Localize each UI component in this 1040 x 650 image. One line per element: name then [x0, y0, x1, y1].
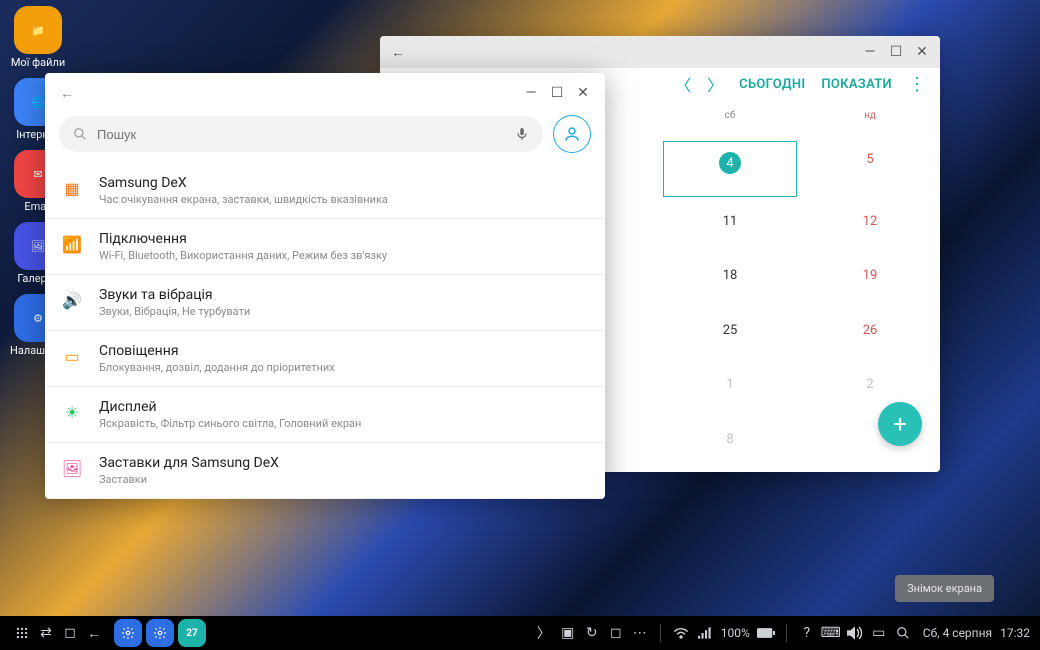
calendar-cell[interactable]: 4 — [660, 138, 800, 199]
search-row — [45, 109, 605, 163]
mic-icon[interactable] — [515, 125, 529, 143]
tray-separator — [660, 624, 661, 642]
settings-item-title: Звуки та вібрація — [99, 287, 250, 303]
app-icon: 📁 — [31, 24, 45, 37]
close-button[interactable]: ✕ — [912, 42, 932, 62]
desktop-icon-0[interactable]: 📁 Мої файли — [10, 6, 66, 69]
taskbar-time[interactable]: 17:32 — [1000, 626, 1030, 640]
minimize-button[interactable]: — — [521, 83, 541, 103]
taskbar-back-button[interactable]: ← — [82, 625, 106, 642]
settings-item[interactable]: ▭ Сповіщення Блокування, дозвіл, додання д… — [45, 330, 605, 386]
maximize-button[interactable]: ☐ — [547, 83, 567, 103]
calendar-cell[interactable]: 11 — [660, 200, 800, 254]
app-icon: ⚙ — [33, 312, 43, 325]
today-button[interactable]: СЬОГОДНІ — [739, 77, 805, 92]
calendar-cell[interactable]: 5 — [800, 138, 940, 199]
taskbar-search-button[interactable] — [891, 626, 915, 640]
calendar-dow: нд — [800, 104, 940, 138]
settings-window: ← — ☐ ✕ ▦Samsung DeXЧас очікування екра — [45, 73, 605, 499]
taskbar-app-settings[interactable] — [114, 619, 142, 647]
calendar-cell[interactable]: 26 — [800, 309, 940, 363]
calendar-cell[interactable]: 25 — [660, 309, 800, 363]
settings-item-subtitle: Блокування, дозвіл, додання до пріоритет… — [99, 361, 335, 374]
settings-item-icon: ▭ — [61, 345, 83, 367]
settings-item-icon: ▦ — [61, 177, 83, 199]
maximize-button[interactable]: ☐ — [886, 42, 906, 62]
back-button[interactable]: ← — [388, 42, 408, 62]
desktop-icon-label: Мої файли — [10, 56, 66, 69]
settings-item-title: Заставки для Samsung DeX — [99, 455, 279, 471]
tray-image-icon: ▣ — [556, 625, 580, 641]
show-button[interactable]: ПОКАЗАТИ — [821, 77, 892, 92]
app-icon: 🌐 — [31, 96, 45, 109]
battery-icon — [754, 628, 778, 638]
calendar-cell[interactable]: 19 — [800, 254, 940, 308]
add-event-button[interactable]: + — [878, 402, 922, 446]
calendar-cell[interactable]: 2 — [800, 363, 940, 417]
settings-item-icon: 🖼 — [61, 457, 83, 479]
calendar-cell[interactable]: 18 — [660, 254, 800, 308]
screenshot-button[interactable]: ▭ — [867, 625, 891, 641]
calendar-cell[interactable]: 12 — [800, 200, 940, 254]
taskbar: ⇄ ◻ ← 27 〉 ▣ ↻ ◻ ⋯ 100% ? ⌨ — [0, 616, 1040, 650]
settings-item-icon: 🔊 — [61, 289, 83, 311]
settings-item-subtitle: Звуки, Вібрація, Не турбувати — [99, 305, 250, 318]
settings-item[interactable]: ☀ Дисплей Яскравість, Фільтр синього світл… — [45, 386, 605, 442]
settings-item-title: Дисплей — [99, 399, 361, 415]
home-button[interactable]: ◻ — [58, 625, 82, 641]
tray-separator — [786, 624, 787, 642]
settings-item[interactable]: ▦ Samsung DeX Час очікування екрана, заста… — [45, 163, 605, 218]
settings-item-subtitle: Час очікування екрана, заставки, швидкіс… — [99, 193, 388, 206]
calendar-dow: сб — [660, 104, 800, 138]
taskbar-app-calendar[interactable]: 27 — [178, 619, 206, 647]
apps-button[interactable] — [10, 626, 34, 640]
minimize-button[interactable]: — — [860, 42, 880, 62]
calendar-today-badge: 4 — [719, 152, 741, 174]
calendar-menu-button[interactable]: ⋮ — [908, 74, 926, 95]
settings-item-icon: 📶 — [61, 233, 83, 255]
volume-button[interactable] — [843, 626, 867, 640]
prev-month-button[interactable]: 〈 — [675, 72, 691, 96]
wifi-icon[interactable] — [669, 627, 693, 639]
desktop: 📁Мої файли🌐Інтернет✉Email🖼Галерея⚙Налашт… — [0, 0, 1040, 650]
settings-item-title: Samsung DeX — [99, 175, 388, 191]
search-box[interactable] — [59, 116, 543, 152]
next-month-button[interactable]: 〉 — [707, 72, 723, 96]
tray-sync-icon: ↻ — [580, 625, 604, 641]
settings-item[interactable]: ⊕Додаткові функціїS Pen, Ігри — [45, 498, 605, 499]
tray-window-icon: ◻ — [604, 625, 628, 641]
settings-item-subtitle: Яскравість, Фільтр синього світла, Голов… — [99, 417, 361, 430]
settings-titlebar: ← — ☐ ✕ — [45, 73, 605, 109]
tray-more-button[interactable]: ⋯ — [628, 625, 652, 641]
settings-item-subtitle: Заставки — [99, 473, 279, 486]
settings-item[interactable]: 📶 Підключення Wi-Fi, Bluetooth, Використан… — [45, 218, 605, 274]
calendar-titlebar: ← — ☐ ✕ — [380, 36, 940, 68]
close-button[interactable]: ✕ — [573, 83, 593, 103]
back-button[interactable]: ← — [57, 83, 77, 103]
settings-list: ▦ Samsung DeX Час очікування екрана, заста… — [45, 163, 605, 499]
taskbar-app-settings-2[interactable] — [146, 619, 174, 647]
settings-item-title: Сповіщення — [99, 343, 335, 359]
settings-item-title: Підключення — [99, 231, 387, 247]
app-icon: 🖼 — [31, 240, 45, 253]
app-icon: ✉ — [33, 168, 42, 181]
screenshot-toast: Знімок екрана — [895, 575, 994, 602]
settings-item[interactable]: 🖼 Заставки для Samsung DeX Заставки — [45, 442, 605, 498]
taskbar-date[interactable]: Сб, 4 серпня — [923, 626, 992, 640]
settings-item-icon: ☀ — [61, 401, 83, 423]
settings-item-subtitle: Wi-Fi, Bluetooth, Використання даних, Ре… — [99, 249, 387, 262]
keyboard-button[interactable]: ⌨ — [819, 625, 843, 641]
help-button[interactable]: ? — [795, 625, 819, 641]
search-input[interactable] — [95, 126, 507, 143]
account-button[interactable] — [553, 115, 591, 153]
search-icon — [73, 127, 87, 141]
settings-item[interactable]: 🔊 Звуки та вібрація Звуки, Вібрація, Не ту… — [45, 274, 605, 330]
calendar-cell[interactable]: 1 — [660, 363, 800, 417]
tray-expand-button[interactable]: 〉 — [532, 623, 556, 643]
calendar-cell[interactable]: 8 — [660, 418, 800, 472]
recents-button[interactable]: ⇄ — [34, 625, 58, 641]
battery-percent: 100% — [721, 626, 750, 640]
signal-icon — [693, 627, 717, 639]
